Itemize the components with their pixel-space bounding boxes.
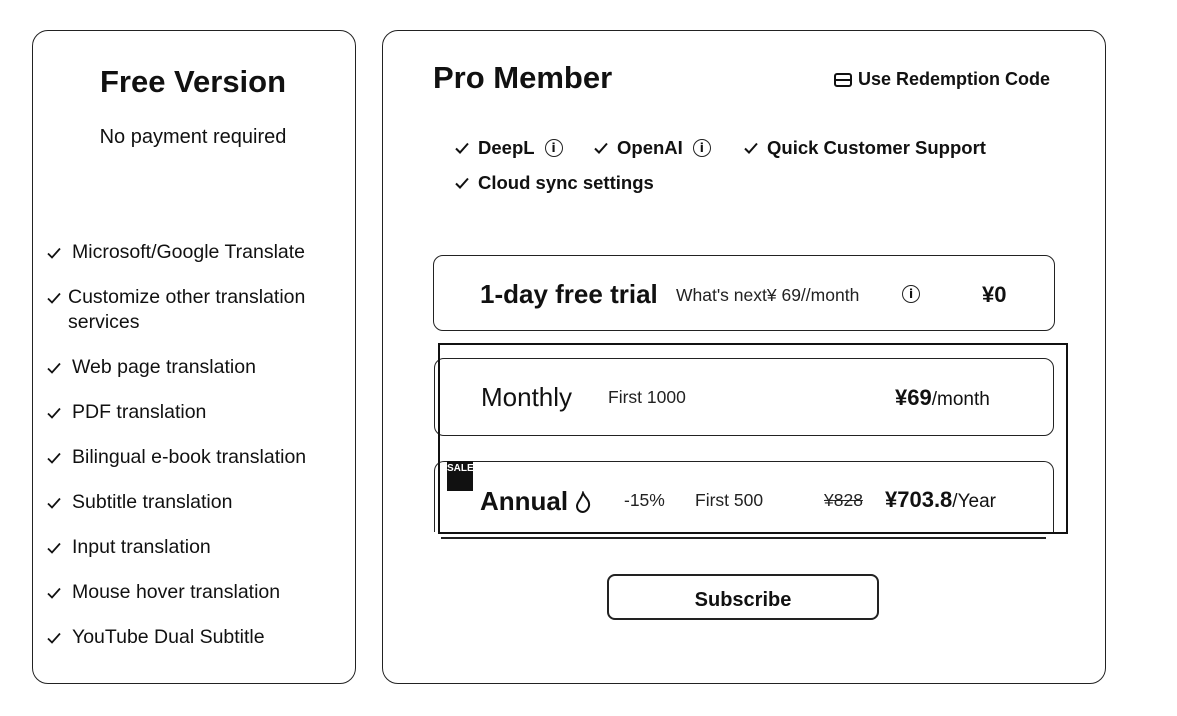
pro-feature-openai: OpenAI i — [593, 137, 711, 159]
sale-badge: SALE — [447, 461, 474, 491]
subscribe-button[interactable]: Subscribe — [607, 574, 879, 620]
check-icon — [47, 362, 61, 374]
free-version-subtitle: No payment required — [99, 126, 287, 148]
redemption-code-link[interactable]: Use Redemption Code — [834, 69, 1050, 90]
free-feature-item: Input translation — [46, 535, 342, 560]
pro-feature-label: OpenAI — [617, 137, 683, 158]
free-feature-item: Customize other translation services — [46, 285, 348, 335]
pro-feature-support: Quick Customer Support — [743, 137, 986, 159]
plan-price-value: ¥0 — [982, 282, 1007, 307]
free-feature-item: PDF translation — [46, 400, 342, 425]
free-feature-item: Subtitle translation — [46, 490, 342, 515]
free-feature-label: Web page translation — [72, 356, 256, 378]
free-feature-label: PDF translation — [72, 401, 207, 423]
free-feature-item: Web page translation — [46, 355, 342, 380]
check-icon — [594, 142, 608, 154]
plan-price: ¥703.8/Year — [885, 487, 996, 513]
check-icon — [47, 452, 61, 464]
plan-price: ¥0 — [982, 282, 1006, 308]
pro-feature-label: DeepL — [478, 137, 535, 158]
plan-name-row: Annual — [480, 486, 592, 517]
pro-feature-label: Cloud sync settings — [478, 172, 654, 193]
check-icon — [455, 142, 469, 154]
check-icon — [47, 632, 61, 644]
info-icon[interactable]: i — [692, 139, 711, 157]
pro-feature-cloud-sync: Cloud sync settings — [454, 172, 654, 194]
info-icon[interactable]: i — [544, 139, 563, 157]
free-feature-item: YouTube Dual Subtitle — [46, 625, 342, 650]
plan-name: Monthly — [481, 382, 573, 412]
divider — [441, 537, 1046, 539]
check-icon — [47, 292, 61, 304]
plan-name: 1-day free trial — [480, 279, 658, 309]
plan-name: Annual — [480, 486, 569, 516]
check-icon — [47, 247, 61, 259]
plan-price-value: ¥703.8 — [885, 487, 953, 512]
plan-note: First 1000 — [608, 387, 686, 407]
plan-old-price: ¥828 — [824, 490, 863, 510]
plan-discount: -15% — [624, 490, 665, 510]
free-feature-label: Bilingual e-book translation — [72, 446, 307, 468]
plan-note: What's next¥ 69//month — [676, 285, 860, 305]
free-feature-item: Mouse hover translation — [46, 580, 342, 605]
plan-price-unit: /Year — [952, 491, 996, 512]
plan-price-value: ¥69 — [895, 385, 932, 410]
check-icon — [47, 587, 61, 599]
info-icon[interactable]: i — [902, 285, 920, 303]
check-icon — [47, 542, 61, 554]
plan-price-unit: /month — [931, 389, 990, 410]
check-icon — [455, 177, 469, 189]
free-version-title: Free Version — [99, 64, 287, 99]
redemption-code-label: Use Redemption Code — [858, 69, 1051, 89]
ticket-icon — [834, 72, 852, 87]
free-feature-label: YouTube Dual Subtitle — [72, 626, 265, 648]
free-feature-label: Subtitle translation — [72, 491, 233, 513]
free-feature-label: Customize other translation services — [68, 286, 306, 333]
free-feature-label: Microsoft/Google Translate — [72, 241, 306, 263]
plan-price: ¥69/month — [895, 385, 990, 411]
plan-note: First 500 — [695, 490, 764, 510]
pro-feature-label: Quick Customer Support — [767, 137, 986, 158]
free-feature-item: Microsoft/Google Translate — [46, 240, 342, 265]
check-icon — [47, 497, 61, 509]
free-feature-label: Input translation — [72, 536, 211, 558]
check-icon — [47, 407, 61, 419]
check-icon — [744, 142, 758, 154]
free-feature-label: Mouse hover translation — [72, 581, 281, 603]
pro-member-title: Pro Member — [433, 60, 613, 95]
pro-feature-deepl: DeepL i — [454, 137, 563, 159]
flame-icon — [576, 490, 591, 513]
free-feature-item: Bilingual e-book translation — [46, 445, 342, 470]
